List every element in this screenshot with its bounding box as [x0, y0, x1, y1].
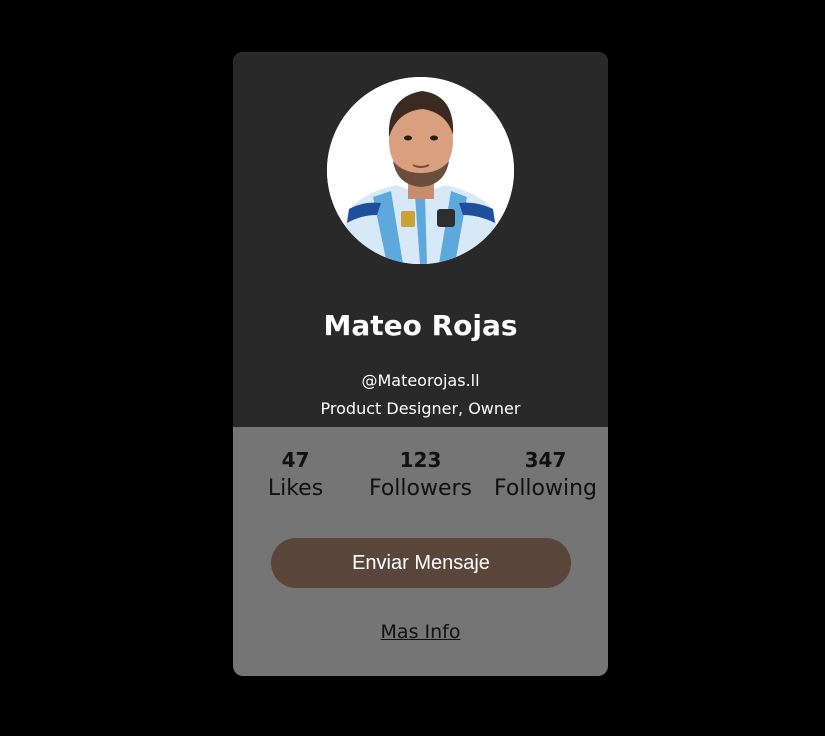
- stat-value: 123: [399, 448, 442, 472]
- stat-following: 347 Following: [483, 446, 608, 504]
- more-info-link[interactable]: Mas Info: [233, 620, 608, 644]
- profile-role: Product Designer, Owner: [320, 399, 521, 418]
- profile-header: Mateo Rojas @Mateorojas.ll Product Desig…: [233, 52, 608, 427]
- profile-card: Mateo Rojas @Mateorojas.ll Product Desig…: [233, 52, 608, 676]
- avatar-photo: [327, 77, 514, 264]
- stat-value: 347: [524, 448, 567, 472]
- avatar: [327, 77, 514, 264]
- profile-name: Mateo Rojas: [323, 309, 518, 342]
- send-message-button[interactable]: Enviar Mensaje: [271, 538, 571, 588]
- stat-likes: 47 Likes: [233, 446, 358, 504]
- stat-followers: 123 Followers: [358, 446, 483, 504]
- stat-label: Likes: [267, 476, 324, 501]
- stat-label: Following: [493, 476, 598, 501]
- profile-handle: @Mateorojas.ll: [361, 371, 480, 390]
- stat-label: Followers: [368, 476, 473, 501]
- stats-row: 47 Likes 123 Followers 347 Following: [233, 446, 608, 504]
- stat-value: 47: [281, 448, 310, 472]
